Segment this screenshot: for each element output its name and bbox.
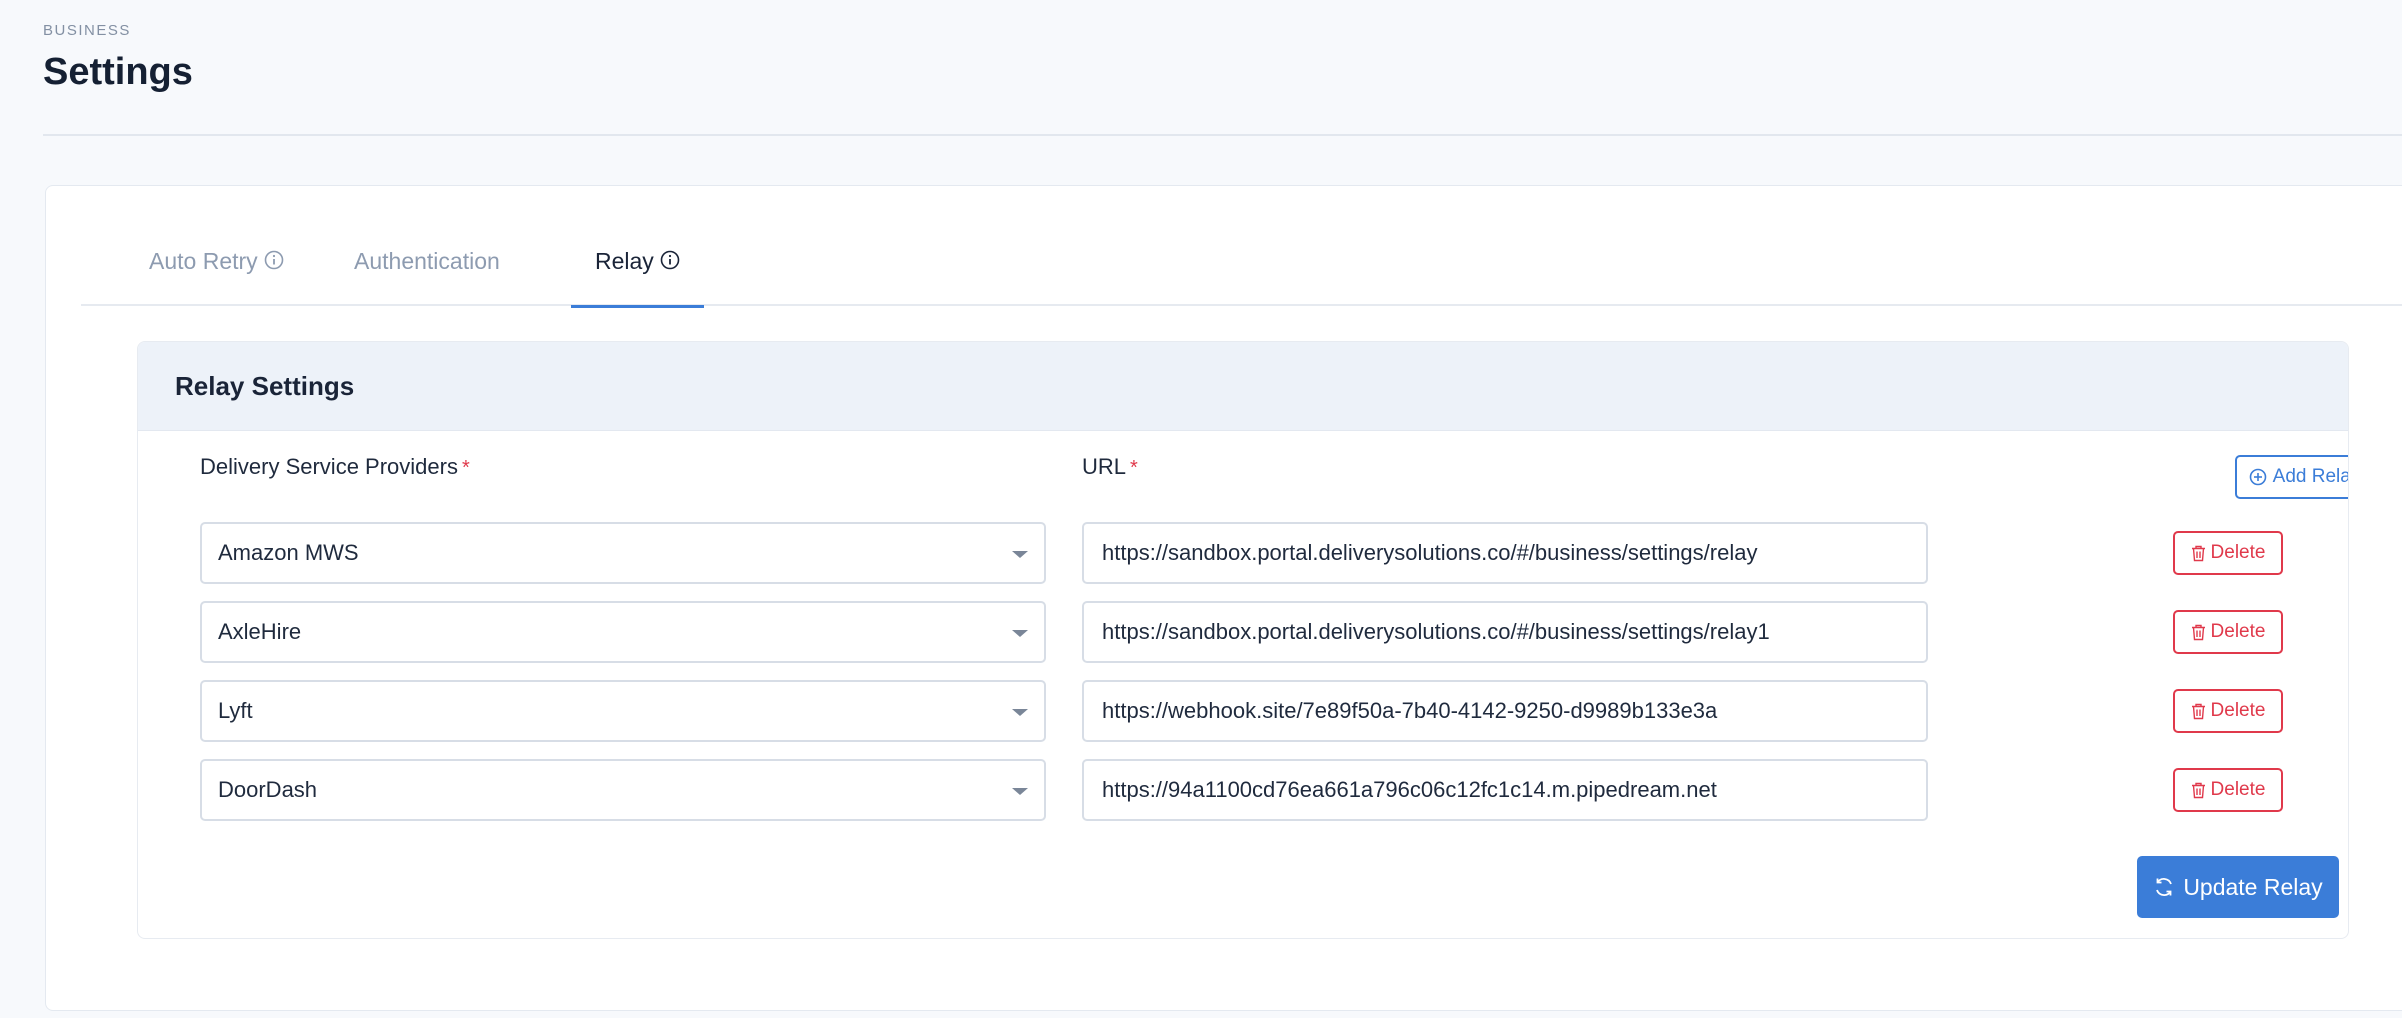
chevron-down-icon — [1012, 788, 1028, 795]
provider-value: Amazon MWS — [218, 540, 359, 565]
relay-row: Amazon MWS https://sandbox.portal.delive… — [138, 522, 2348, 584]
refresh-icon — [2156, 878, 2173, 896]
tab-label: Authentication — [354, 248, 500, 274]
tab-label: Auto Retry — [149, 248, 258, 274]
url-input[interactable]: https://sandbox.portal.deliverysolutions… — [1082, 601, 1928, 663]
url-input[interactable]: https://webhook.site/7e89f50a-7b40-4142-… — [1082, 680, 1928, 742]
required-marker: * — [461, 457, 470, 479]
trash-icon — [2191, 624, 2205, 640]
relay-row: AxleHire https://sandbox.portal.delivery… — [138, 601, 2348, 663]
delete-label: Delete — [2210, 542, 2266, 563]
provider-select[interactable]: DoorDash — [200, 759, 1046, 821]
relay-settings-panel: Relay Settings Delivery Service Provider… — [137, 341, 2349, 939]
add-relay-label: Add Relay — [2272, 466, 2348, 487]
page-header: BUSINESS Settings — [43, 22, 193, 94]
provider-select[interactable]: Amazon MWS — [200, 522, 1046, 584]
plus-circle-icon — [2249, 468, 2266, 486]
settings-card: Auto Retry Authentication Relay Relay Se… — [45, 185, 2402, 1011]
delete-label: Delete — [2210, 779, 2266, 800]
delete-relay-button[interactable]: Delete — [2173, 610, 2283, 654]
delete-relay-button[interactable]: Delete — [2173, 689, 2283, 733]
provider-select[interactable]: AxleHire — [200, 601, 1046, 663]
required-marker: * — [1130, 457, 1138, 479]
provider-value: Lyft — [218, 698, 253, 723]
update-relay-button[interactable]: Update Relay — [2137, 856, 2339, 918]
tab-label: Relay — [595, 248, 654, 274]
chevron-down-icon — [1012, 551, 1028, 558]
chevron-down-icon — [1012, 630, 1028, 637]
relay-row: DoorDash https://94a1100cd76ea661a796c06… — [138, 759, 2348, 821]
relay-row: Lyft https://webhook.site/7e89f50a-7b40-… — [138, 680, 2348, 742]
provider-select[interactable]: Lyft — [200, 680, 1046, 742]
info-icon — [264, 250, 283, 270]
trash-icon — [2191, 703, 2205, 719]
delete-label: Delete — [2210, 621, 2266, 642]
trash-icon — [2191, 782, 2205, 798]
panel-header: Relay Settings — [138, 342, 2348, 431]
url-label-text: URL — [1082, 454, 1127, 479]
provider-value: DoorDash — [218, 777, 318, 802]
delete-label: Delete — [2210, 700, 2266, 721]
header-divider — [43, 134, 2402, 136]
tab-relay[interactable]: Relay — [571, 248, 704, 308]
tab-auto-retry[interactable]: Auto Retry — [149, 248, 284, 306]
url-input[interactable]: https://sandbox.portal.deliverysolutions… — [1082, 522, 1928, 584]
breadcrumb: BUSINESS — [43, 22, 131, 39]
settings-tabs: Auto Retry Authentication Relay — [81, 186, 2402, 308]
add-relay-button[interactable]: Add Relay — [2235, 455, 2348, 499]
provider-value: AxleHire — [218, 619, 302, 644]
update-relay-label: Update Relay — [2183, 873, 2323, 900]
page-title: Settings — [43, 51, 193, 93]
delete-relay-button[interactable]: Delete — [2173, 768, 2283, 812]
panel-title: Relay Settings — [175, 370, 355, 401]
providers-label-text: Delivery Service Providers — [200, 454, 458, 479]
info-icon — [660, 250, 680, 270]
delete-relay-button[interactable]: Delete — [2173, 531, 2283, 575]
url-column-label: URL * — [1082, 454, 1138, 480]
tab-authentication[interactable]: Authentication — [354, 248, 500, 306]
providers-column-label: Delivery Service Providers * — [200, 454, 470, 480]
trash-icon — [2191, 545, 2205, 561]
url-input[interactable]: https://94a1100cd76ea661a796c06c12fc1c14… — [1082, 759, 1928, 821]
chevron-down-icon — [1012, 709, 1028, 716]
